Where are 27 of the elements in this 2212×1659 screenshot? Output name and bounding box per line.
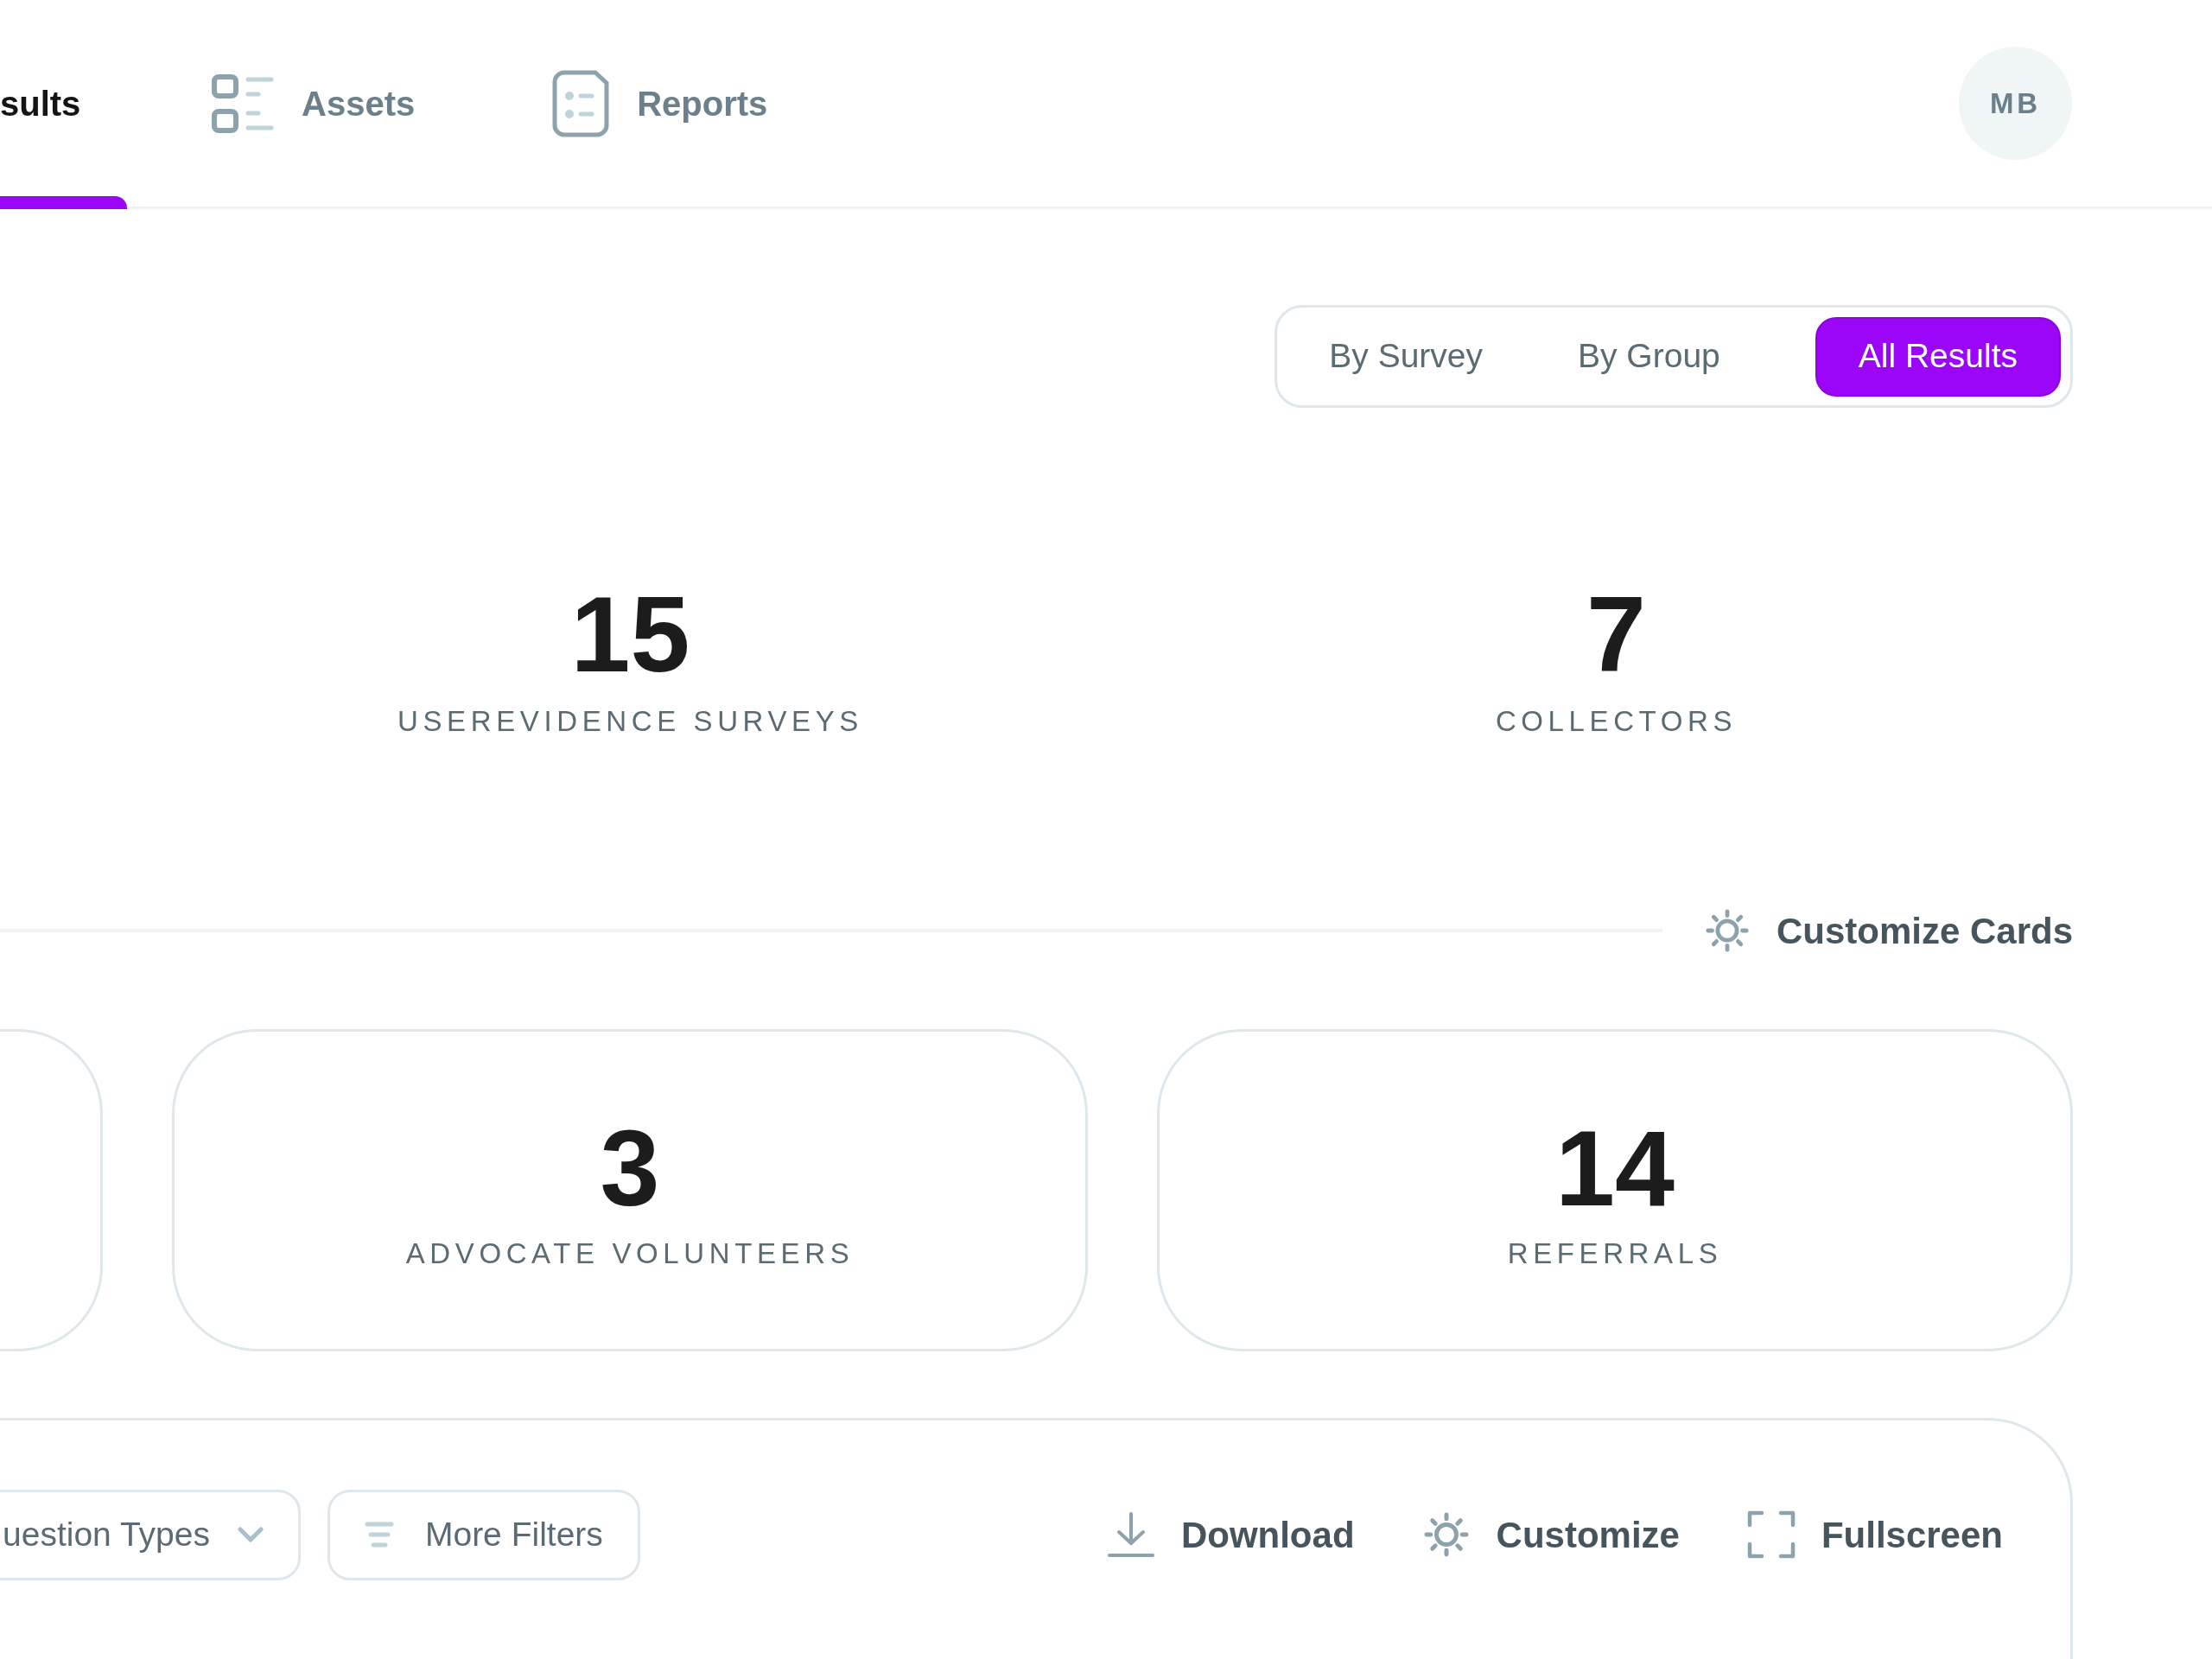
download-icon (1106, 1511, 1155, 1558)
toolbar-button[interactable]: Download (1106, 1507, 1355, 1562)
chevron-down-icon (237, 1526, 264, 1543)
view-toggle-option[interactable]: By Survey (1329, 316, 1483, 397)
nav-tab[interactable]: sults (0, 0, 127, 207)
toolbar-button[interactable]: Fullscreen (1746, 1507, 2003, 1562)
toolbar-button[interactable]: Customize (1421, 1507, 1680, 1562)
filter-button[interactable]: More Filters (327, 1489, 640, 1580)
nav-tab[interactable]: Assets (212, 0, 416, 207)
view-toggle-option[interactable]: All Results (1815, 316, 2061, 397)
customize-cards-button[interactable]: Customize Cards (1703, 903, 2073, 958)
stat-label: REFERRALS (1507, 1236, 1723, 1271)
fullscreen-icon (1746, 1510, 1796, 1559)
filter-dropdown[interactable]: uestion Types (0, 1489, 301, 1580)
report-icon (552, 69, 610, 137)
stat-label: COLLECTORS (1495, 704, 1738, 739)
list-icon (212, 72, 274, 135)
stat-label: USEREVIDENCE SURVEYS (397, 704, 863, 739)
stat-value: 14 (1555, 1114, 1675, 1222)
view-toggle-option[interactable]: By Group (1578, 316, 1720, 397)
stat-value: 7 (1586, 581, 1646, 688)
stat-label: ADVOCATE VOLUNTEERS (405, 1236, 855, 1271)
nav-tab[interactable]: Reports (552, 0, 768, 207)
stat-value: 15 (570, 581, 690, 688)
user-avatar[interactable]: MB (1959, 47, 2072, 160)
stat-value: 3 (600, 1114, 660, 1222)
filter-icon (364, 1520, 394, 1549)
